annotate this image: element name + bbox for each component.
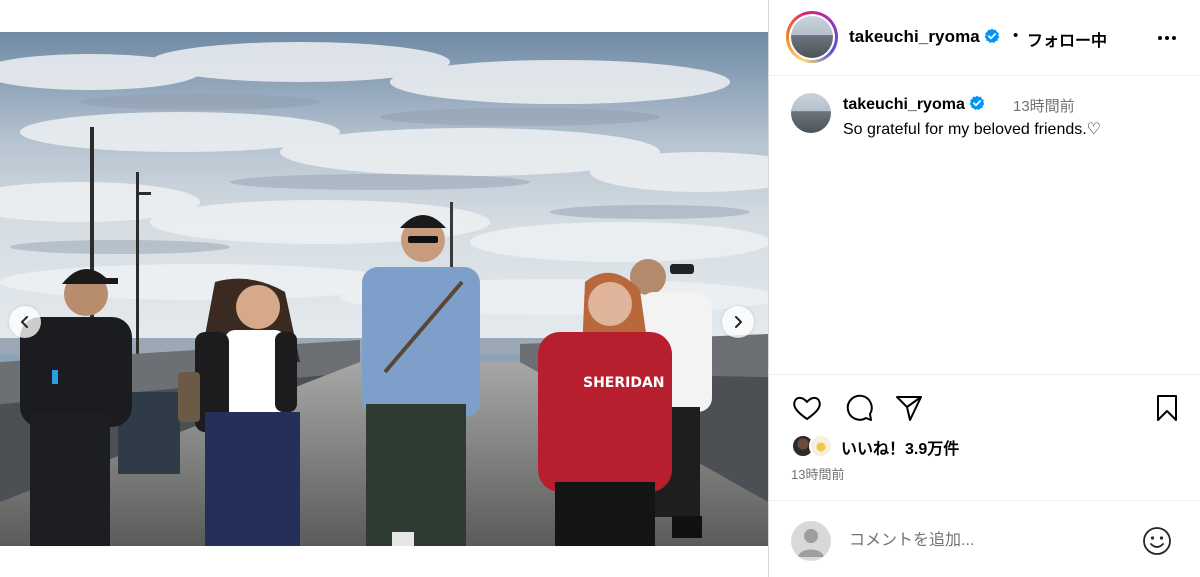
bookmark-icon bbox=[1157, 395, 1177, 421]
post-header: takeuchi_ryoma • フォロー中 bbox=[769, 0, 1200, 76]
next-slide-button[interactable] bbox=[722, 306, 754, 338]
following-button[interactable]: フォロー中 bbox=[1027, 27, 1107, 51]
post-photo: SHERIDAN bbox=[0, 32, 768, 546]
more-options-icon bbox=[1158, 36, 1176, 40]
header-separator: • bbox=[1013, 27, 1019, 44]
heart-icon bbox=[793, 396, 821, 420]
caption-avatar[interactable] bbox=[791, 93, 831, 133]
media-top-spacer bbox=[0, 0, 768, 32]
emoji-icon bbox=[1143, 527, 1171, 555]
comment-button[interactable] bbox=[843, 392, 875, 424]
like-button[interactable] bbox=[791, 392, 823, 424]
caption-text: So grateful for my beloved friends.♡ bbox=[843, 121, 1102, 138]
caption-username-wrap: takeuchi_ryoma bbox=[843, 95, 985, 114]
media-bottom-spacer bbox=[0, 546, 768, 577]
save-button[interactable] bbox=[1151, 392, 1183, 424]
svg-text:SHERIDAN: SHERIDAN bbox=[583, 375, 665, 391]
author-avatar[interactable] bbox=[791, 16, 833, 58]
comment-icon bbox=[846, 394, 873, 421]
comment-input[interactable] bbox=[849, 527, 1129, 555]
header-username-wrap: takeuchi_ryoma bbox=[849, 27, 1000, 47]
header-username[interactable]: takeuchi_ryoma bbox=[849, 27, 980, 46]
default-avatar-icon bbox=[798, 529, 824, 557]
post-timestamp: 13時間前 bbox=[791, 467, 845, 482]
liker-avatars bbox=[791, 434, 837, 460]
more-options-button[interactable] bbox=[1153, 24, 1181, 52]
chevron-left-icon bbox=[21, 316, 28, 328]
likes-count[interactable]: いいね！3.9万件 bbox=[841, 435, 959, 459]
current-user-avatar bbox=[791, 521, 831, 561]
previous-slide-button[interactable] bbox=[9, 306, 41, 338]
verified-badge-icon bbox=[969, 95, 985, 110]
comment-composer bbox=[769, 500, 1200, 577]
post-media[interactable]: SHERIDAN bbox=[0, 32, 768, 546]
verified-badge-icon bbox=[984, 28, 1000, 43]
actions-divider bbox=[769, 374, 1200, 375]
emoji-picker-button[interactable] bbox=[1141, 525, 1173, 557]
share-button[interactable] bbox=[893, 392, 925, 424]
caption-timestamp: 13時間前 bbox=[1013, 98, 1075, 115]
caption-username[interactable]: takeuchi_ryoma bbox=[843, 96, 965, 113]
liker-avatar bbox=[809, 434, 833, 458]
story-ring[interactable] bbox=[786, 11, 838, 63]
chevron-right-icon bbox=[735, 316, 742, 328]
likes-summary[interactable]: いいね！3.9万件 bbox=[791, 434, 959, 460]
share-icon bbox=[896, 396, 922, 421]
post-side-panel: takeuchi_ryoma • フォロー中 takeuchi_ryoma 13… bbox=[768, 0, 1200, 577]
